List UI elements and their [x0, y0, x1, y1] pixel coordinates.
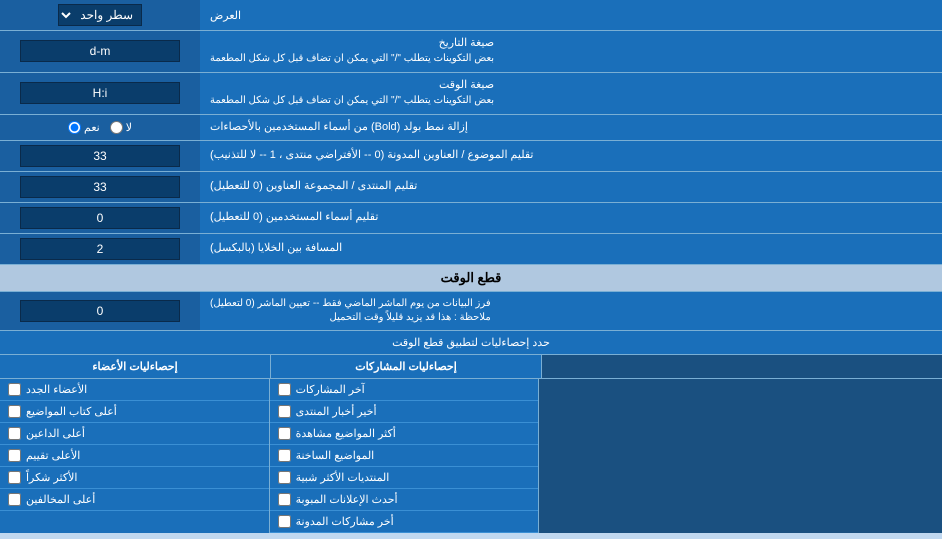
date-format-input[interactable]: [20, 40, 180, 62]
checkbox-posts-5[interactable]: [278, 471, 291, 484]
stats-col-members: الأعضاء الجدد أعلى كتاب المواضيع أعلى ال…: [0, 379, 269, 533]
realtime-section-header: قطع الوقت: [0, 265, 942, 292]
bold-remove-label: إزالة نمط بولد (Bold) من أسماء المستخدمي…: [200, 115, 942, 140]
page-title: العرض: [200, 0, 942, 30]
topics-trim-label: تقليم الموضوع / العناوين المدونة (0 -- ا…: [200, 141, 942, 171]
checkbox-posts-2[interactable]: [278, 405, 291, 418]
forum-trim-input[interactable]: [20, 176, 180, 198]
stats-item: أخير أخبار المنتدى: [270, 401, 539, 423]
stats-item: المنتديات الأكثر شبية: [270, 467, 539, 489]
time-format-label: صيغة الوقتبعض التكوينات يتطلب "/" التي ي…: [200, 73, 942, 114]
bold-no-label: لا: [126, 121, 132, 134]
stats-item: الأكثر شكراً: [0, 467, 269, 489]
stats-col-empty: [538, 379, 942, 533]
checkbox-members-4[interactable]: [8, 449, 21, 462]
forum-trim-label: تقليم المنتدى / المجموعة العناوين (0 للت…: [200, 172, 942, 202]
stats-item: أحدث الإعلانات المبوبة: [270, 489, 539, 511]
stats-item: الأعلى تقييم: [0, 445, 269, 467]
bold-yes-label: نعم: [84, 121, 100, 134]
stats-header-posts: إحصاءليات المشاركات: [270, 355, 541, 378]
checkbox-posts-3[interactable]: [278, 427, 291, 440]
cell-spacing-input[interactable]: [20, 238, 180, 260]
stats-header-empty: [541, 355, 942, 378]
checkbox-posts-6[interactable]: [278, 493, 291, 506]
checkbox-members-5[interactable]: [8, 471, 21, 484]
filter-input[interactable]: [20, 300, 180, 322]
topics-trim-cell: [0, 141, 200, 171]
display-mode-select[interactable]: سطر واحد سطران ثلاثة أسطر: [58, 4, 142, 26]
date-format-cell: [0, 31, 200, 72]
stats-item: أخر مشاركات المدونة: [270, 511, 539, 533]
usernames-trim-input[interactable]: [20, 207, 180, 229]
stats-item: أعلى كتاب المواضيع: [0, 401, 269, 423]
filter-label: فرز البيانات من يوم الماشر الماضي فقط --…: [200, 292, 942, 330]
stats-item: أعلى الداعين: [0, 423, 269, 445]
stats-item: أكثر المواضيع مشاهدة: [270, 423, 539, 445]
stats-body: آخر المشاركات أخير أخبار المنتدى أكثر ال…: [0, 379, 942, 533]
bold-remove-cell: لا نعم: [0, 115, 200, 140]
stats-item: الأعضاء الجدد: [0, 379, 269, 401]
cell-spacing-label: المسافة بين الخلايا (بالبكسل): [200, 234, 942, 264]
checkbox-posts-4[interactable]: [278, 449, 291, 462]
bold-no-radio[interactable]: [110, 121, 123, 134]
usernames-trim-cell: [0, 203, 200, 233]
checkbox-posts-1[interactable]: [278, 383, 291, 396]
stats-item: أعلى المخالفين: [0, 489, 269, 511]
stats-limit-row: حدد إحصاءليات لتطبيق قطع الوقت: [0, 331, 942, 355]
display-mode-cell[interactable]: سطر واحد سطران ثلاثة أسطر: [0, 0, 200, 30]
stats-item: المواضيع الساخنة: [270, 445, 539, 467]
time-format-cell: [0, 73, 200, 114]
cell-spacing-cell: [0, 234, 200, 264]
stats-headers: إحصاءليات المشاركات إحصاءليات الأعضاء: [0, 355, 942, 379]
bold-yes-radio[interactable]: [68, 121, 81, 134]
usernames-trim-label: تقليم أسماء المستخدمين (0 للتعطيل): [200, 203, 942, 233]
checkbox-members-2[interactable]: [8, 405, 21, 418]
checkbox-members-6[interactable]: [8, 493, 21, 506]
stats-item: آخر المشاركات: [270, 379, 539, 401]
checkbox-members-1[interactable]: [8, 383, 21, 396]
date-format-label: صيغة التاريخبعض التكوينات يتطلب "/" التي…: [200, 31, 942, 72]
time-format-input[interactable]: [20, 82, 180, 104]
stats-col-posts: آخر المشاركات أخير أخبار المنتدى أكثر ال…: [269, 379, 539, 533]
stats-header-members: إحصاءليات الأعضاء: [0, 355, 270, 378]
filter-cell: [0, 292, 200, 330]
topics-trim-input[interactable]: [20, 145, 180, 167]
checkbox-members-3[interactable]: [8, 427, 21, 440]
forum-trim-cell: [0, 172, 200, 202]
checkbox-posts-7[interactable]: [278, 515, 291, 528]
